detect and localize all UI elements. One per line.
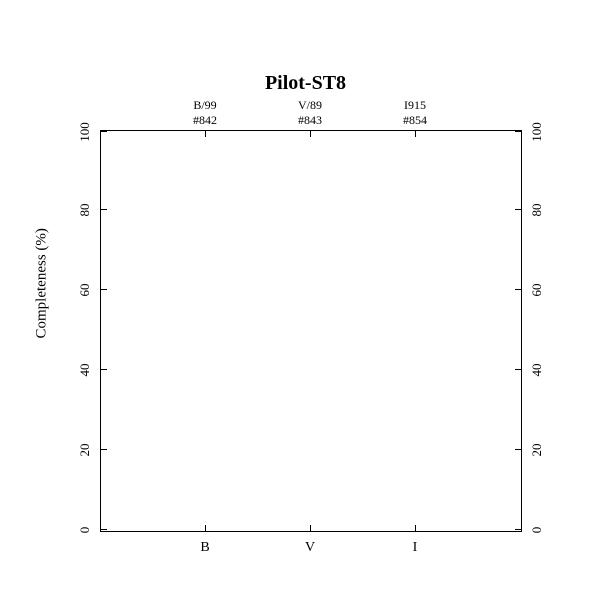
xtick-label: B xyxy=(185,540,225,556)
annotation-id: #842 xyxy=(175,113,235,128)
ytick-label: 40 xyxy=(77,355,93,385)
ytick-mark xyxy=(101,369,107,370)
ytick-mark xyxy=(101,529,107,530)
ytick-label-right: 0 xyxy=(529,515,545,545)
ytick-label-right: 80 xyxy=(529,195,545,225)
xtick-mark xyxy=(310,131,311,137)
xtick-mark xyxy=(205,525,206,531)
ytick-mark xyxy=(101,449,107,450)
ytick-label: 80 xyxy=(77,195,93,225)
ytick-label: 0 xyxy=(77,515,93,545)
ytick-label: 60 xyxy=(77,275,93,305)
annotation-filter: B/99 xyxy=(175,98,235,113)
ytick-label-right: 100 xyxy=(529,117,545,147)
annotation-filter: V/89 xyxy=(280,98,340,113)
ytick-mark xyxy=(101,289,107,290)
xtick-label: V xyxy=(290,540,330,556)
xtick-mark xyxy=(205,131,206,137)
ytick-mark xyxy=(101,131,107,132)
ytick-mark xyxy=(515,131,521,132)
ytick-mark xyxy=(515,289,521,290)
chart-title: Pilot-ST8 xyxy=(0,72,611,95)
ytick-mark xyxy=(515,369,521,370)
ytick-mark xyxy=(515,449,521,450)
ytick-mark xyxy=(101,209,107,210)
ytick-label: 100 xyxy=(77,117,93,147)
y-axis-label: Completeness (%) xyxy=(34,228,51,338)
xtick-mark xyxy=(415,525,416,531)
ytick-mark xyxy=(515,529,521,530)
ytick-label-right: 20 xyxy=(529,435,545,465)
annotation-filter: I915 xyxy=(385,98,445,113)
ytick-label-right: 60 xyxy=(529,275,545,305)
xtick-mark xyxy=(310,525,311,531)
annotation-id: #854 xyxy=(385,113,445,128)
plot-area xyxy=(100,130,522,532)
xtick-mark xyxy=(415,131,416,137)
ytick-label-right: 40 xyxy=(529,355,545,385)
annotation-id: #843 xyxy=(280,113,340,128)
chart-container: Pilot-ST8 Completeness (%) 0 20 40 60 80… xyxy=(0,0,611,611)
xtick-label: I xyxy=(395,540,435,556)
ytick-label: 20 xyxy=(77,435,93,465)
ytick-mark xyxy=(515,209,521,210)
